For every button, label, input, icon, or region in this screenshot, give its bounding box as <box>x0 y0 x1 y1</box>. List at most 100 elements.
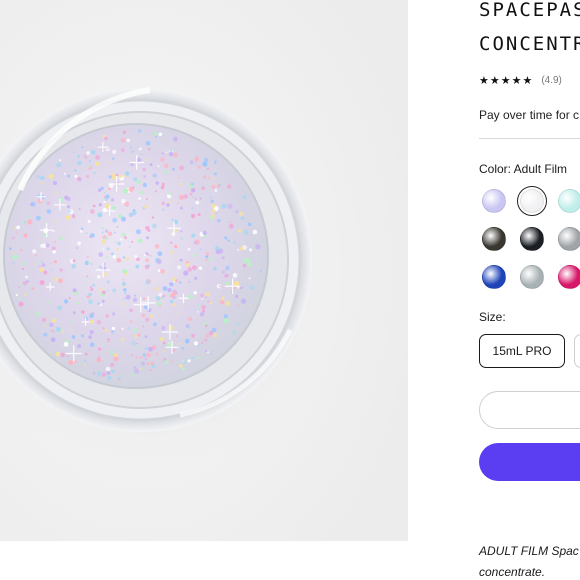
glitter-speck <box>255 244 261 250</box>
color-swatch-aqua-shimmer[interactable] <box>558 189 580 213</box>
glitter-speck <box>110 362 115 367</box>
glitter-speck <box>39 267 44 272</box>
glitter-speck <box>163 163 169 168</box>
glitter-speck <box>72 259 76 263</box>
glitter-speck <box>194 198 197 200</box>
glitter-speck <box>207 167 209 170</box>
pay-over-time-text[interactable]: Pay over time for c <box>479 108 579 122</box>
glitter-speck <box>185 357 188 360</box>
glitter-speck <box>214 246 220 251</box>
glitter-speck <box>12 262 15 264</box>
glitter-speck <box>104 328 109 333</box>
glitter-speck <box>142 207 145 210</box>
product-image[interactable] <box>0 0 408 541</box>
color-swatch-silver-holo[interactable] <box>520 265 544 289</box>
glitter-speck <box>41 317 47 323</box>
glitter-speck <box>205 350 208 352</box>
color-swatch-silver[interactable] <box>558 227 580 251</box>
glitter-speck <box>152 345 156 350</box>
glitter-speck <box>129 146 133 149</box>
glitter-speck <box>84 359 87 363</box>
glitter-speck <box>85 232 88 235</box>
glitter-speck <box>91 149 96 155</box>
color-swatch-magenta[interactable] <box>558 265 580 289</box>
glitter-speck <box>20 249 23 252</box>
glitter-speck <box>138 238 143 243</box>
glitter-speck <box>198 303 201 307</box>
glitter-speck <box>172 303 177 307</box>
glitter-speck <box>105 314 109 318</box>
glitter-speck <box>102 327 105 330</box>
glitter-speck <box>102 239 107 244</box>
glitter-speck <box>121 303 125 306</box>
glitter-speck <box>72 151 75 154</box>
glitter-speck <box>56 162 62 168</box>
glitter-speck <box>132 297 138 303</box>
glitter-speck <box>77 241 81 246</box>
glitter-speck <box>59 159 62 162</box>
color-swatch-lavender-holo[interactable] <box>482 189 506 213</box>
glitter-speck <box>203 175 206 179</box>
glitter-speck <box>30 201 36 207</box>
glitter-speck <box>54 240 57 243</box>
glitter-speck <box>120 238 123 241</box>
glitter-speck <box>198 266 203 270</box>
glitter-speck <box>50 337 56 343</box>
glitter-speck <box>136 345 140 349</box>
glitter-speck <box>103 200 106 204</box>
glitter-speck <box>242 263 247 268</box>
glitter-speck <box>162 286 168 291</box>
description-line-2: concentrate. <box>479 565 546 579</box>
glitter-speck <box>160 185 165 190</box>
glitter-speck <box>97 212 103 218</box>
rating[interactable]: ★★★★★ (4.9) <box>479 74 562 87</box>
glitter-speck <box>167 288 172 293</box>
glitter-speck <box>73 311 76 314</box>
size-option-2[interactable] <box>574 334 580 368</box>
glitter-speck <box>144 357 147 360</box>
glitter-speck <box>111 369 115 374</box>
glitter-speck <box>76 301 80 305</box>
glitter-speck <box>136 342 139 345</box>
glitter-speck <box>240 216 245 220</box>
glitter-speck <box>122 278 125 281</box>
glitter-speck <box>130 162 134 167</box>
glitter-speck <box>73 169 77 172</box>
glitter-speck <box>259 270 262 272</box>
glitter-speck <box>32 249 37 254</box>
size-option-15ml-pro[interactable]: 15mL PRO <box>479 334 565 368</box>
glitter-speck <box>71 214 76 219</box>
color-swatch-black-multi[interactable] <box>520 227 544 251</box>
glitter-speck <box>57 305 63 311</box>
glitter-speck <box>87 219 91 223</box>
color-swatch-black-gold[interactable] <box>482 227 506 251</box>
color-swatch-royal-blue[interactable] <box>482 265 506 289</box>
glitter-speck <box>210 199 214 204</box>
quantity-selector[interactable] <box>479 391 580 429</box>
glitter-speck <box>162 294 166 298</box>
glitter-speck <box>86 255 89 258</box>
glitter-speck <box>141 313 146 317</box>
glitter-speck <box>77 155 81 158</box>
glitter-speck <box>113 356 119 362</box>
glitter-speck <box>201 305 206 310</box>
glitter-speck <box>79 229 83 233</box>
glitter-speck <box>155 352 159 356</box>
glitter-speck <box>237 248 240 251</box>
add-to-cart-button[interactable] <box>479 443 580 481</box>
glitter-speck <box>83 155 86 157</box>
glitter-speck <box>162 208 165 211</box>
glitter-speck <box>88 292 92 297</box>
glitter-speck <box>176 334 179 338</box>
glitter-speck <box>55 351 61 357</box>
glitter-speck <box>74 360 78 363</box>
glitter-speck <box>200 312 204 317</box>
glitter-speck <box>87 261 91 265</box>
glitter-speck <box>11 252 14 255</box>
glitter-speck <box>160 157 165 162</box>
glitter-speck <box>111 326 115 331</box>
glitter-speck <box>108 187 111 191</box>
glitter-speck <box>219 300 225 305</box>
glitter-speck <box>144 258 150 263</box>
color-swatch-adult-film[interactable] <box>520 189 544 213</box>
